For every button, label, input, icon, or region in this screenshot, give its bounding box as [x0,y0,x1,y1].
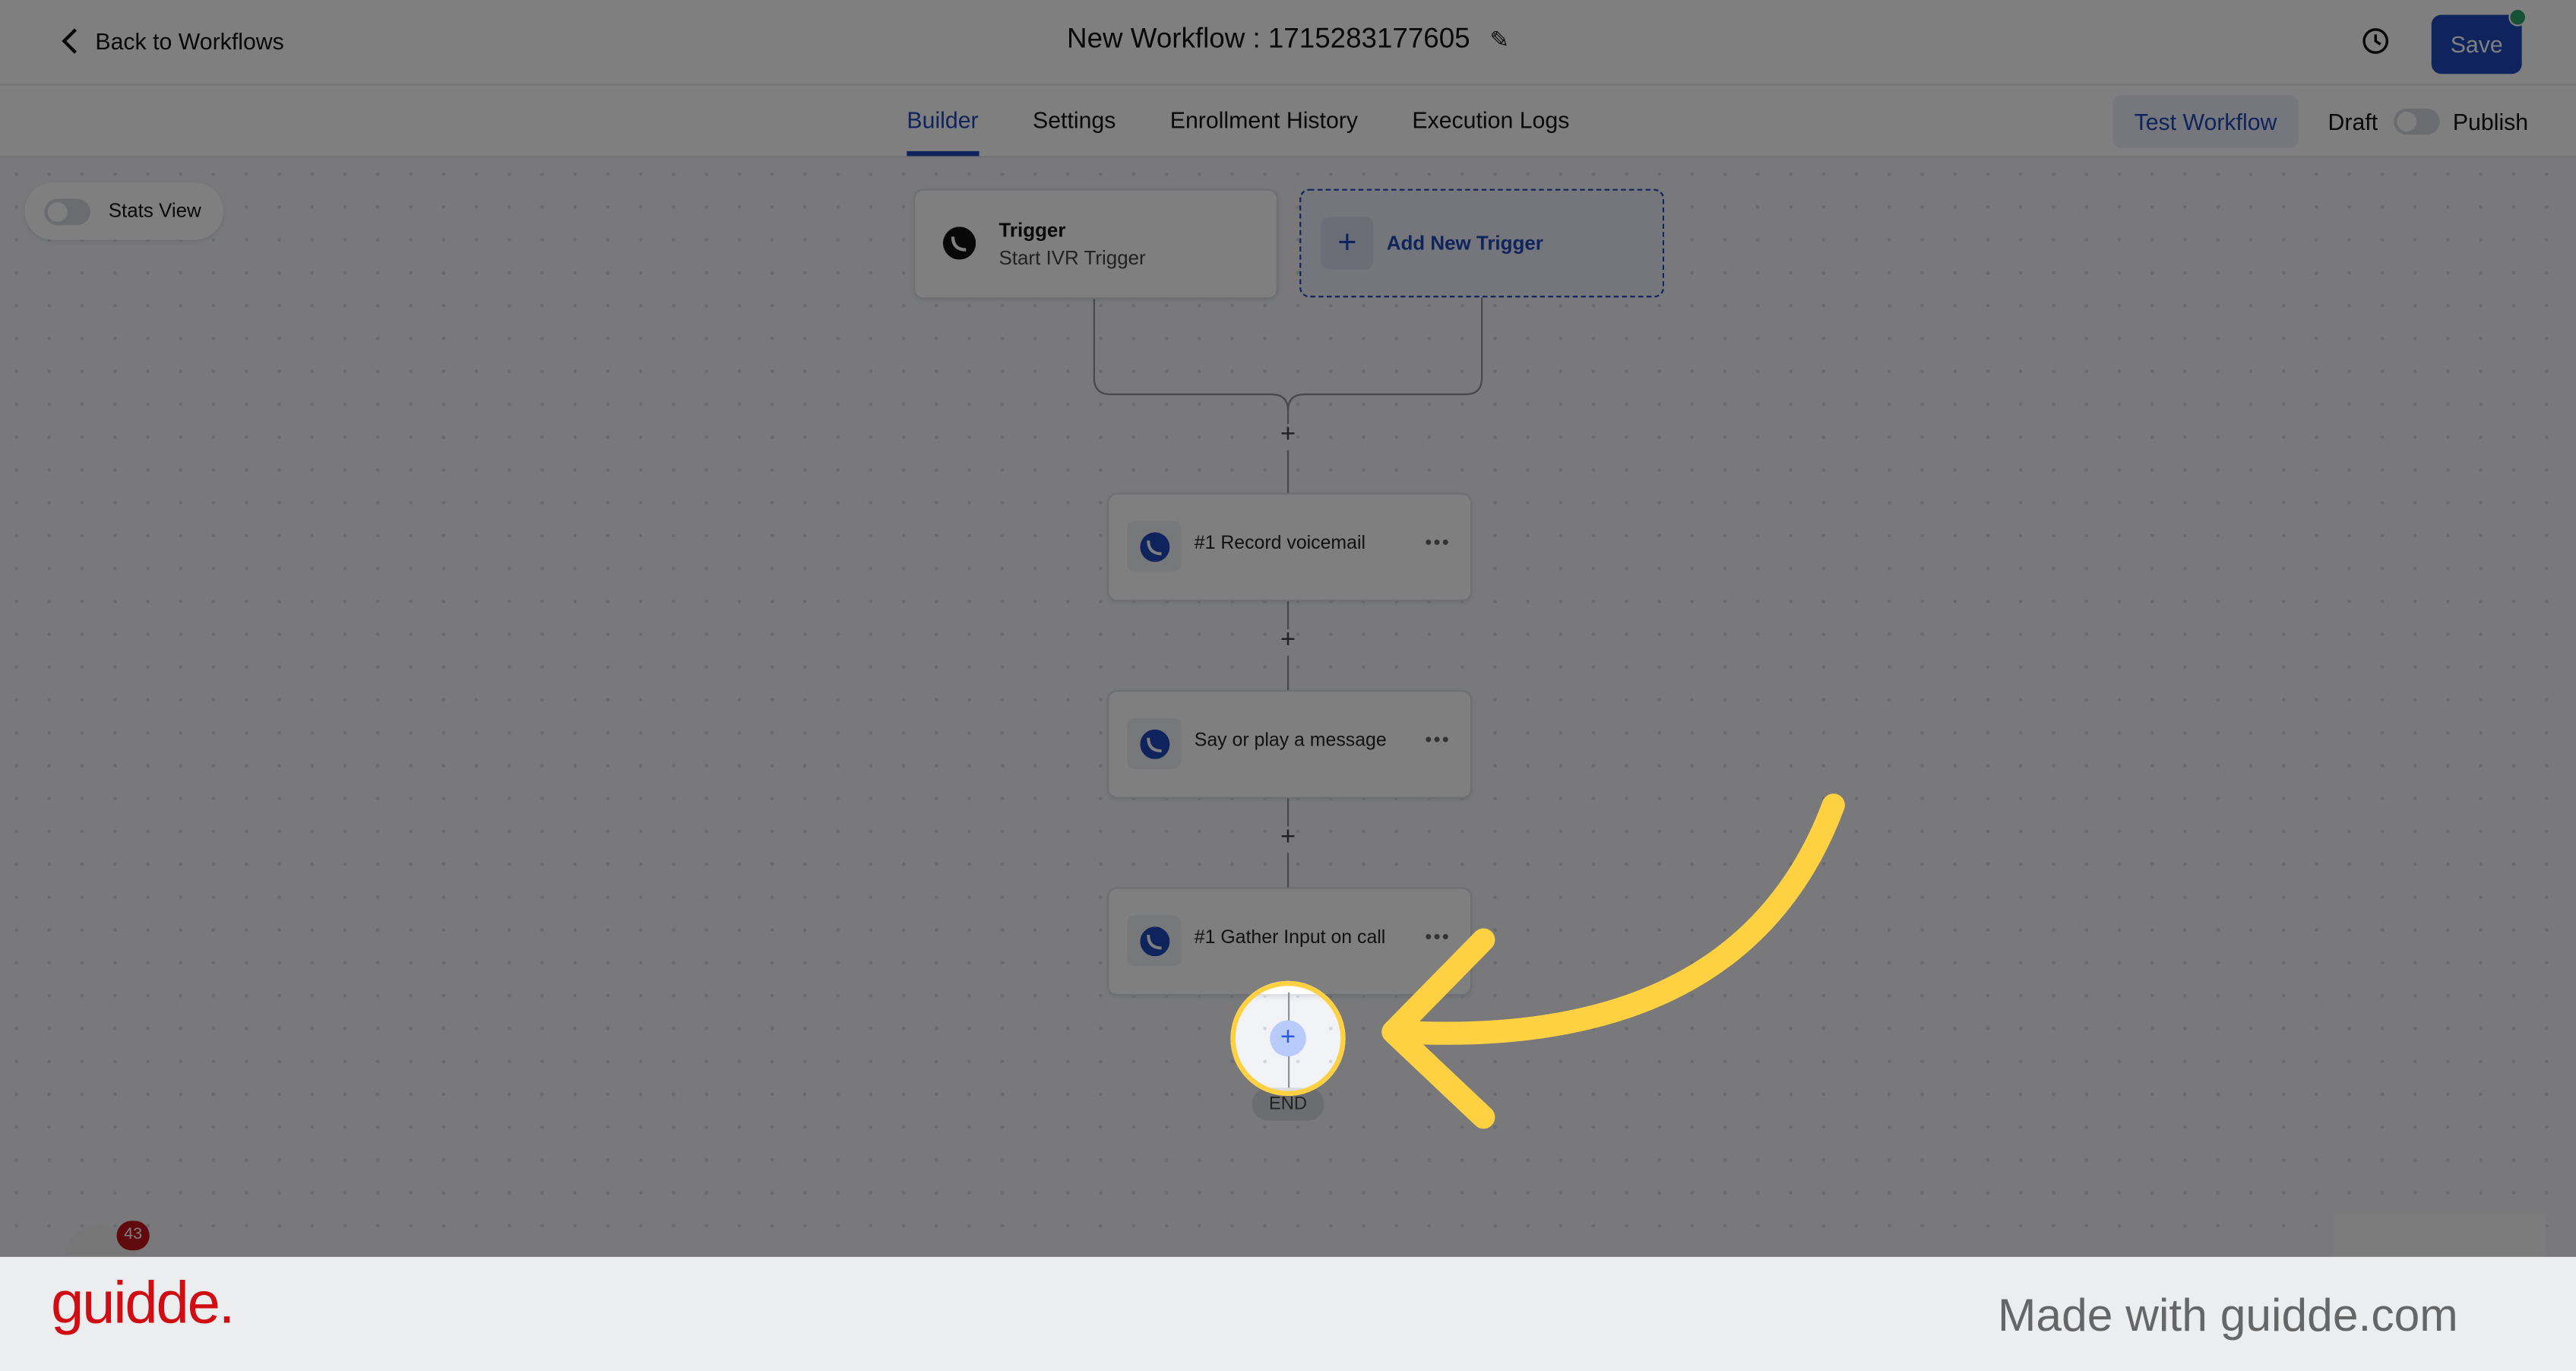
pointer-arrow-icon [1381,793,1845,1129]
made-with-text: Made with guidde.com [1997,1290,2458,1341]
guidde-logo: guidde. [51,1268,235,1336]
workflow-app: Back to Workflows New Workflow : 1715283… [0,0,2576,1257]
